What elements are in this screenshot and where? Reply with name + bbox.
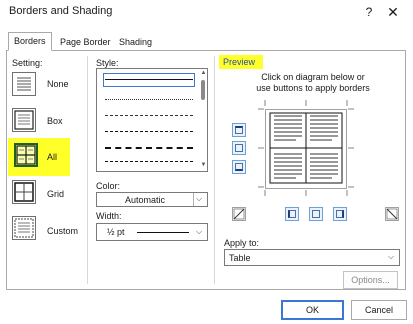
tab-shading[interactable]: Shading <box>113 33 158 50</box>
left-border-icon <box>288 210 296 218</box>
style-selection <box>103 73 195 87</box>
setting-box-label[interactable]: Box <box>47 116 63 126</box>
width-value: ½ pt <box>107 227 125 237</box>
apply-to-dropdown[interactable]: Table ⌵ <box>224 249 400 266</box>
setting-all-icon[interactable] <box>14 143 38 167</box>
setting-grid-label[interactable]: Grid <box>47 189 64 199</box>
bottom-border-icon <box>235 163 243 171</box>
setting-none-icon[interactable] <box>12 72 36 96</box>
tab-page-border-label: Page Border <box>60 37 111 47</box>
tab-page-border[interactable]: Page Border <box>54 33 117 50</box>
top-border-button[interactable] <box>232 123 246 137</box>
setting-box-icon[interactable] <box>12 108 36 132</box>
chevron-down-icon: ⌵ <box>387 252 395 261</box>
diagonal-down-icon <box>386 208 398 220</box>
chevron-down-icon: ⌵ <box>195 194 203 203</box>
scroll-down-icon[interactable]: ▼ <box>200 162 207 168</box>
cancel-button[interactable]: Cancel <box>351 300 407 320</box>
left-border-button[interactable] <box>285 207 299 221</box>
scroll-up-icon[interactable]: ▲ <box>200 70 207 76</box>
color-value: Automatic <box>124 195 166 205</box>
diagonal-up-icon <box>233 208 245 220</box>
help-button[interactable]: ? <box>362 3 376 21</box>
style-option-dashed-long[interactable] <box>105 147 193 149</box>
tab-borders[interactable]: Borders <box>8 32 52 51</box>
style-option-solid[interactable] <box>105 79 193 80</box>
color-label: Color: <box>96 181 121 191</box>
inside-horizontal-border-button[interactable] <box>232 141 246 155</box>
width-label: Width: <box>96 211 122 221</box>
diagonal-down-border-button[interactable] <box>232 207 246 221</box>
tab-shading-label: Shading <box>119 37 153 47</box>
right-border-icon <box>336 210 344 218</box>
column-divider-right <box>214 56 215 284</box>
style-option-dotted[interactable] <box>105 99 193 100</box>
setting-grid-icon[interactable] <box>12 180 36 204</box>
color-dropdown[interactable]: Automatic ⌵ <box>96 192 208 207</box>
style-option-dashed-small[interactable] <box>105 115 193 116</box>
diagonal-up-border-button[interactable] <box>385 207 399 221</box>
setting-custom-label[interactable]: Custom <box>47 226 78 236</box>
column-divider-left <box>87 56 88 284</box>
style-list[interactable] <box>96 68 208 172</box>
tab-borders-label: Borders <box>14 36 46 46</box>
style-option-dash-dot[interactable] <box>105 161 193 162</box>
diagram-corner-marks <box>258 100 354 196</box>
style-label: Style: <box>96 58 119 68</box>
width-dropdown[interactable]: ½ pt ⌵ <box>96 223 208 241</box>
apply-to-label: Apply to: <box>224 238 260 248</box>
setting-custom-icon[interactable] <box>12 216 36 240</box>
bottom-border-button[interactable] <box>232 160 246 174</box>
style-option-dashed[interactable] <box>105 131 193 132</box>
preview-hint-line2: use buttons to apply borders <box>256 83 370 93</box>
close-button[interactable]: ✕ <box>384 3 402 21</box>
style-scroll-thumb[interactable] <box>201 80 205 100</box>
preview-hint: Click on diagram below or use buttons to… <box>228 72 398 94</box>
preview-label: Preview <box>223 57 256 67</box>
apply-to-value: Table <box>229 253 251 263</box>
right-border-button[interactable] <box>333 207 347 221</box>
setting-all-label[interactable]: All <box>47 152 57 162</box>
preview-hint-line1: Click on diagram below or <box>261 72 365 82</box>
inside-vertical-border-icon <box>312 210 320 218</box>
setting-none-label[interactable]: None <box>47 79 69 89</box>
window-title: Borders and Shading <box>9 5 113 17</box>
inside-vertical-border-button[interactable] <box>309 207 323 221</box>
setting-label: Setting: <box>12 58 43 68</box>
top-border-icon <box>235 126 243 134</box>
ok-button[interactable]: OK <box>281 300 344 320</box>
options-button[interactable]: Options... <box>343 271 398 289</box>
chevron-down-icon: ⌵ <box>195 227 203 236</box>
width-line-sample <box>137 232 189 233</box>
inside-horizontal-border-icon <box>235 144 243 152</box>
